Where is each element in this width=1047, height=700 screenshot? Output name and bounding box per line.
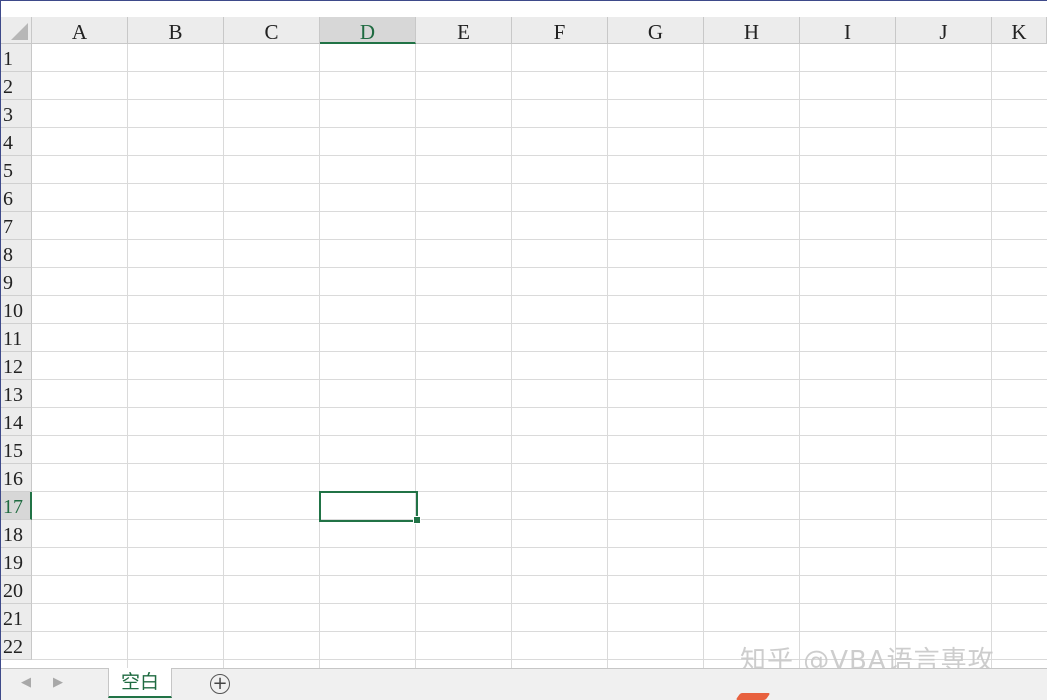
select-all-button[interactable] (1, 17, 32, 44)
column-header-b[interactable]: B (128, 17, 224, 44)
row-header-21[interactable]: 21 (1, 604, 32, 632)
row-gridline (32, 519, 1047, 520)
row-header-3[interactable]: 3 (1, 100, 32, 128)
row-gridline (32, 603, 1047, 604)
column-header-j[interactable]: J (896, 17, 992, 44)
row-header-8[interactable]: 8 (1, 240, 32, 268)
row-header-15[interactable]: 15 (1, 436, 32, 464)
row-header-16[interactable]: 16 (1, 464, 32, 492)
column-header-i[interactable]: I (800, 17, 896, 44)
row-header-1[interactable]: 1 (1, 44, 32, 72)
row-gridline (32, 267, 1047, 268)
row-gridline (32, 631, 1047, 632)
row-gridline (32, 71, 1047, 72)
column-header-g[interactable]: G (608, 17, 704, 44)
row-gridline (32, 127, 1047, 128)
row-gridline (32, 155, 1047, 156)
row-header-22[interactable]: 22 (1, 632, 32, 660)
row-header-18[interactable]: 18 (1, 520, 32, 548)
sheet-tab-active[interactable]: 空白 (108, 668, 172, 698)
row-gridline (32, 295, 1047, 296)
row-header-12[interactable]: 12 (1, 352, 32, 380)
column-header-k[interactable]: K (992, 17, 1047, 44)
row-gridline (32, 183, 1047, 184)
row-gridline (32, 575, 1047, 576)
prev-sheet-icon[interactable]: ◀ (21, 675, 31, 690)
row-header-5[interactable]: 5 (1, 156, 32, 184)
row-gridline (32, 99, 1047, 100)
red-mark (735, 693, 771, 700)
row-header-7[interactable]: 7 (1, 212, 32, 240)
cell-grid[interactable] (32, 44, 1047, 668)
row-header-6[interactable]: 6 (1, 184, 32, 212)
row-header-19[interactable]: 19 (1, 548, 32, 576)
column-header-c[interactable]: C (224, 17, 320, 44)
add-sheet-icon[interactable]: + (210, 674, 230, 694)
row-gridline (32, 435, 1047, 436)
row-header-11[interactable]: 11 (1, 324, 32, 352)
column-header-a[interactable]: A (32, 17, 128, 44)
row-header-20[interactable]: 20 (1, 576, 32, 604)
row-gridline (32, 351, 1047, 352)
select-all-triangle-icon (11, 23, 28, 40)
row-header-10[interactable]: 10 (1, 296, 32, 324)
row-header-17[interactable]: 17 (1, 492, 32, 520)
row-gridline (32, 547, 1047, 548)
row-gridline (32, 379, 1047, 380)
row-gridline (32, 211, 1047, 212)
row-gridline (32, 323, 1047, 324)
fill-handle[interactable] (413, 516, 421, 524)
row-header-9[interactable]: 9 (1, 268, 32, 296)
column-header-d[interactable]: D (320, 17, 416, 44)
next-sheet-icon[interactable]: ▶ (53, 675, 63, 690)
row-header-2[interactable]: 2 (1, 72, 32, 100)
row-header-4[interactable]: 4 (1, 128, 32, 156)
column-header-h[interactable]: H (704, 17, 800, 44)
row-header-14[interactable]: 14 (1, 408, 32, 436)
active-cell-D17[interactable] (319, 491, 418, 522)
column-header-f[interactable]: F (512, 17, 608, 44)
row-gridline (32, 407, 1047, 408)
column-header-e[interactable]: E (416, 17, 512, 44)
row-gridline (32, 239, 1047, 240)
row-gridline (32, 491, 1047, 492)
row-gridline (32, 463, 1047, 464)
sheet-tab-bar: ◀ ▶ 空白 + (1, 668, 1047, 700)
row-header-13[interactable]: 13 (1, 380, 32, 408)
